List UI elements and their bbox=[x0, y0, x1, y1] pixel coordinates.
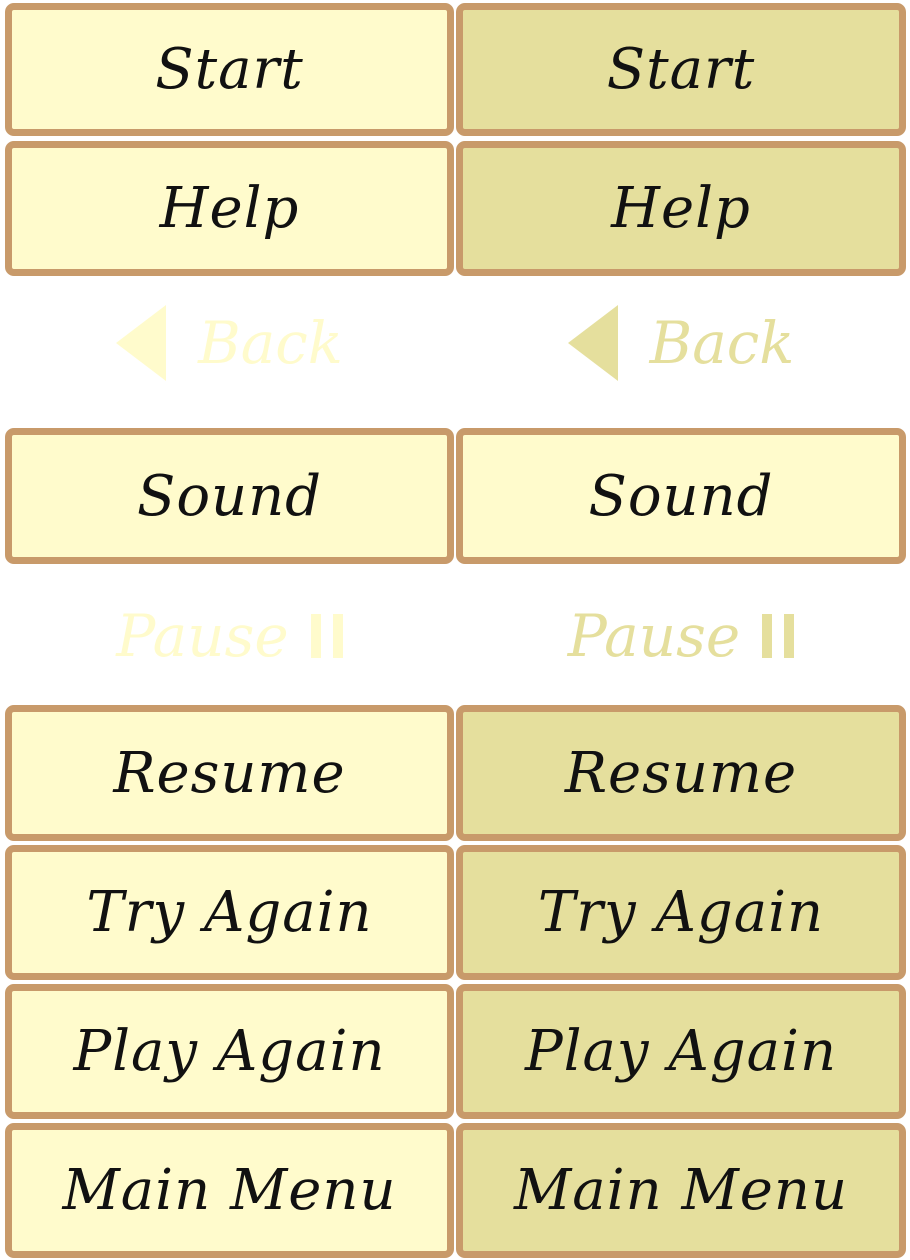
try-again-button-label: Try Again bbox=[86, 880, 373, 945]
sound-button-alt[interactable]: Sound bbox=[456, 428, 906, 564]
back-button[interactable]: Back bbox=[5, 300, 454, 386]
play-again-button[interactable]: Play Again bbox=[5, 984, 454, 1119]
back-button-hover-label: Back bbox=[649, 309, 795, 377]
pause-button[interactable]: Pause bbox=[5, 596, 454, 676]
play-again-button-hover[interactable]: Play Again bbox=[456, 984, 906, 1119]
help-button[interactable]: Help bbox=[5, 141, 454, 276]
resume-button-hover[interactable]: Resume bbox=[456, 705, 906, 841]
start-button[interactable]: Start bbox=[5, 3, 454, 136]
main-menu-button-hover[interactable]: Main Menu bbox=[456, 1123, 906, 1258]
try-again-button-hover-label: Try Again bbox=[537, 880, 825, 945]
resume-button-label: Resume bbox=[113, 740, 346, 806]
help-button-hover-label: Help bbox=[611, 176, 751, 241]
pause-icon bbox=[310, 614, 343, 658]
try-again-button[interactable]: Try Again bbox=[5, 845, 454, 980]
try-again-button-hover[interactable]: Try Again bbox=[456, 845, 906, 980]
play-again-button-hover-label: Play Again bbox=[524, 1019, 838, 1084]
back-arrow-icon bbox=[567, 305, 618, 381]
main-menu-button-hover-label: Main Menu bbox=[513, 1158, 849, 1223]
pause-button-hover-label: Pause bbox=[567, 602, 741, 670]
main-menu-button[interactable]: Main Menu bbox=[5, 1123, 454, 1258]
sound-button-label: Sound bbox=[136, 463, 323, 529]
sound-button-alt-label: Sound bbox=[588, 463, 774, 529]
resume-button-hover-label: Resume bbox=[564, 740, 798, 806]
start-button-hover[interactable]: Start bbox=[456, 3, 906, 136]
back-button-label: Back bbox=[198, 309, 343, 377]
pause-icon bbox=[762, 614, 795, 658]
pause-button-label: Pause bbox=[116, 602, 289, 670]
resume-button[interactable]: Resume bbox=[5, 705, 454, 841]
back-button-hover[interactable]: Back bbox=[456, 300, 906, 386]
start-button-hover-label: Start bbox=[606, 37, 756, 102]
play-again-button-label: Play Again bbox=[73, 1019, 386, 1084]
sound-button[interactable]: Sound bbox=[5, 428, 454, 564]
help-button-hover[interactable]: Help bbox=[456, 141, 906, 276]
start-button-label: Start bbox=[155, 37, 304, 102]
help-button-label: Help bbox=[159, 176, 300, 241]
main-menu-button-label: Main Menu bbox=[62, 1158, 397, 1223]
pause-button-hover[interactable]: Pause bbox=[456, 596, 906, 676]
back-arrow-icon bbox=[116, 305, 167, 381]
